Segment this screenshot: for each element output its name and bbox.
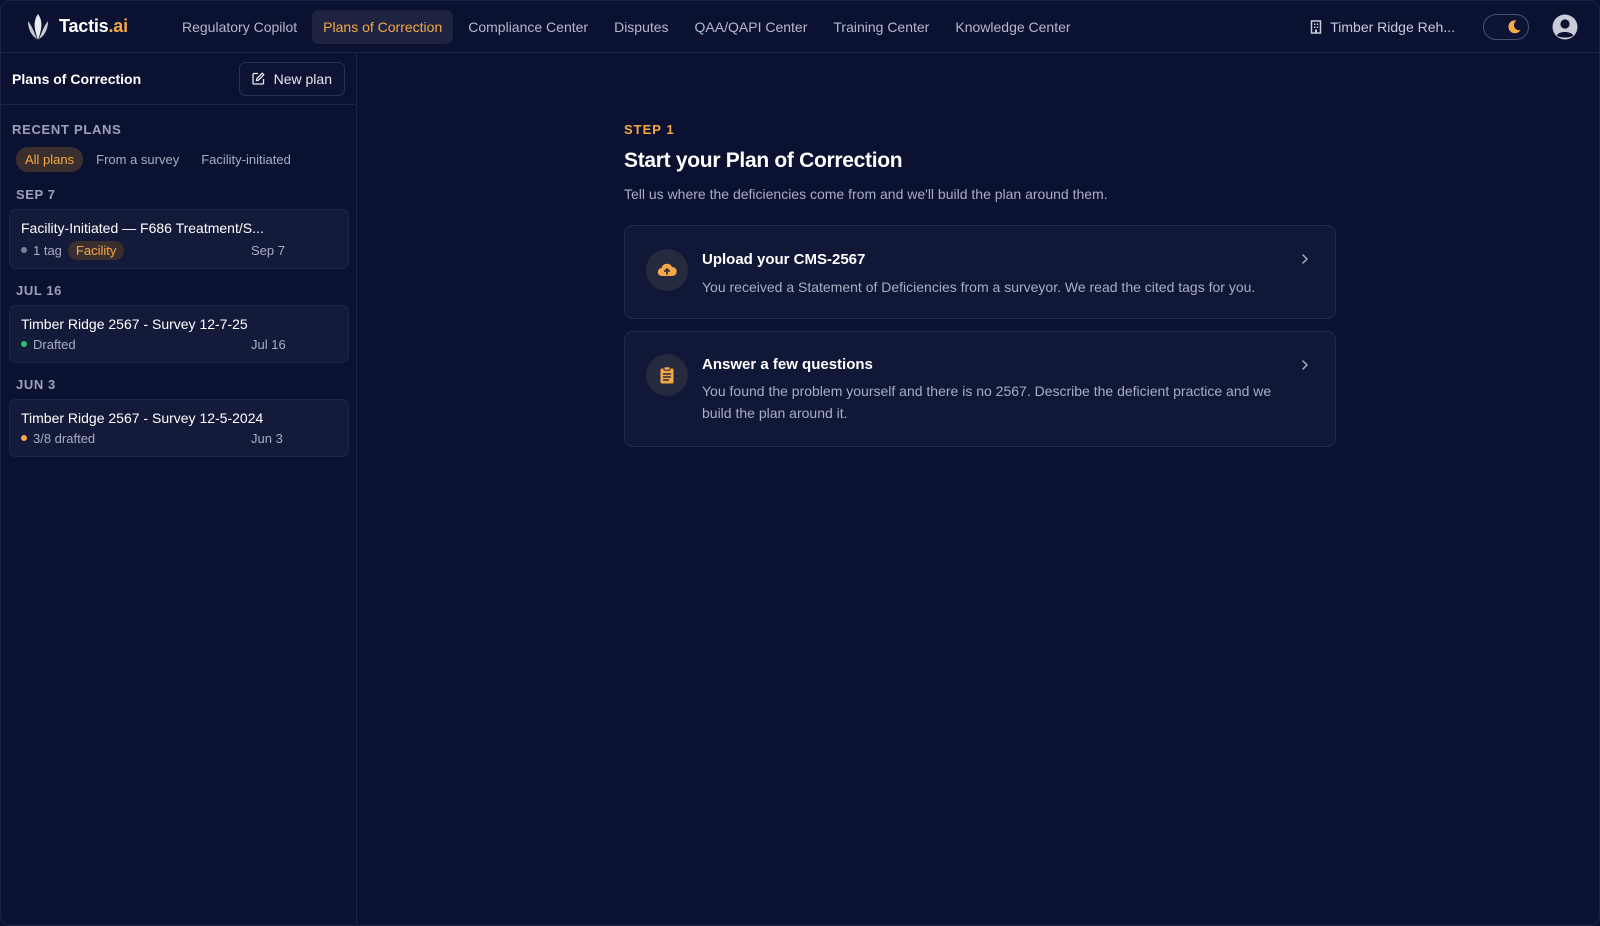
- plan-status: 1 tag: [33, 242, 62, 258]
- brand-name: Tactis.ai: [59, 16, 128, 36]
- upload-2567-option[interactable]: Upload your CMS-2567 You received a Stat…: [624, 225, 1336, 319]
- brand[interactable]: Tactis.ai: [23, 12, 161, 42]
- moon-icon: [1505, 18, 1523, 36]
- plan-date: Sep 7: [251, 242, 285, 258]
- status-dot: [21, 435, 27, 441]
- option-description: You received a Statement of Deficiencies…: [702, 279, 1256, 295]
- plan-meta: 3/8 drafted Jun 3: [21, 428, 337, 448]
- plan-title: Timber Ridge 2567 - Survey 12-5-2024: [21, 410, 264, 426]
- nav-qaa-qapi-center[interactable]: QAA/QAPI Center: [684, 10, 819, 44]
- edit-icon: [251, 72, 265, 85]
- nav-compliance-center[interactable]: Compliance Center: [457, 10, 599, 44]
- page-subtitle: Tell us where the deficiencies come from…: [624, 186, 1108, 202]
- step-label: STEP 1: [624, 122, 675, 137]
- option-description: You found the problem yourself and there…: [702, 383, 1272, 421]
- plan-title: Timber Ridge 2567 - Survey 12-7-25: [21, 316, 248, 332]
- plan-card[interactable]: Timber Ridge 2567 - Survey 12-5-2024 3/8…: [9, 399, 349, 457]
- nav-training-center[interactable]: Training Center: [822, 10, 940, 44]
- date-group-label: SEP 7: [16, 187, 56, 202]
- new-plan-button[interactable]: New plan: [238, 61, 345, 96]
- main-nav: Regulatory Copilot Plans of Correction C…: [171, 9, 1086, 44]
- user-avatar-icon[interactable]: [1551, 13, 1579, 41]
- plan-card[interactable]: Timber Ridge 2567 - Survey 12-7-25 Draft…: [9, 305, 349, 363]
- filter-all-plans[interactable]: All plans: [16, 147, 84, 172]
- nav-regulatory-copilot[interactable]: Regulatory Copilot: [171, 10, 308, 44]
- cloud-upload-icon: [646, 249, 688, 291]
- plan-filters: All plans From a survey Facility-initiat…: [16, 147, 356, 172]
- top-right-controls: Timber Ridge Reh...: [1310, 1, 1579, 53]
- status-dot: [21, 341, 27, 347]
- answer-questions-option[interactable]: Answer a few questions You found the pro…: [624, 331, 1336, 447]
- plans-sidebar: Plans of Correction New plan RECENT PLAN…: [1, 53, 357, 925]
- recent-plans-heading: RECENT PLANS: [12, 122, 122, 137]
- facility-name: Timber Ridge Reh...: [1330, 19, 1455, 35]
- sidebar-header: Plans of Correction New plan: [1, 53, 356, 105]
- nav-knowledge-center[interactable]: Knowledge Center: [944, 10, 1081, 44]
- top-navigation-bar: Tactis.ai Regulatory Copilot Plans of Co…: [1, 1, 1599, 53]
- date-group-label: JUN 3: [16, 377, 56, 392]
- option-title: Answer a few questions: [702, 356, 873, 373]
- chevron-right-icon: [1299, 359, 1311, 371]
- sidebar-title: Plans of Correction: [12, 70, 142, 87]
- theme-toggle[interactable]: [1483, 14, 1529, 40]
- option-title: Upload your CMS-2567: [702, 251, 866, 268]
- new-plan-label: New plan: [273, 70, 332, 87]
- clipboard-icon: [646, 354, 688, 396]
- plan-date: Jul 16: [251, 336, 286, 352]
- tactis-logo-icon: [23, 12, 53, 42]
- facility-selector[interactable]: Timber Ridge Reh...: [1310, 19, 1455, 35]
- facility-badge: Facility: [67, 240, 125, 260]
- nav-disputes[interactable]: Disputes: [603, 10, 679, 44]
- filter-from-a-survey[interactable]: From a survey: [87, 147, 188, 172]
- filter-facility-initiated[interactable]: Facility-initiated: [192, 147, 300, 172]
- page-title: Start your Plan of Correction: [624, 149, 903, 172]
- plan-status: 3/8 drafted: [33, 430, 96, 446]
- app-window: Tactis.ai Regulatory Copilot Plans of Co…: [0, 0, 1600, 926]
- date-group-label: JUL 16: [16, 283, 62, 298]
- plan-meta: Drafted Jul 16: [21, 334, 337, 354]
- main-content: STEP 1 Start your Plan of Correction Tel…: [624, 53, 1336, 447]
- plan-meta: 1 tag Facility Sep 7: [21, 240, 337, 260]
- plan-date: Jun 3: [251, 430, 283, 446]
- plan-card[interactable]: Facility-Initiated — F686 Treatment/S...…: [9, 209, 349, 269]
- building-icon: [1310, 20, 1322, 34]
- chevron-right-icon: [1299, 253, 1311, 265]
- status-dot: [21, 247, 27, 253]
- plan-status: Drafted: [33, 336, 76, 352]
- plan-title: Facility-Initiated — F686 Treatment/S...: [21, 220, 264, 236]
- nav-plans-of-correction[interactable]: Plans of Correction: [312, 9, 454, 44]
